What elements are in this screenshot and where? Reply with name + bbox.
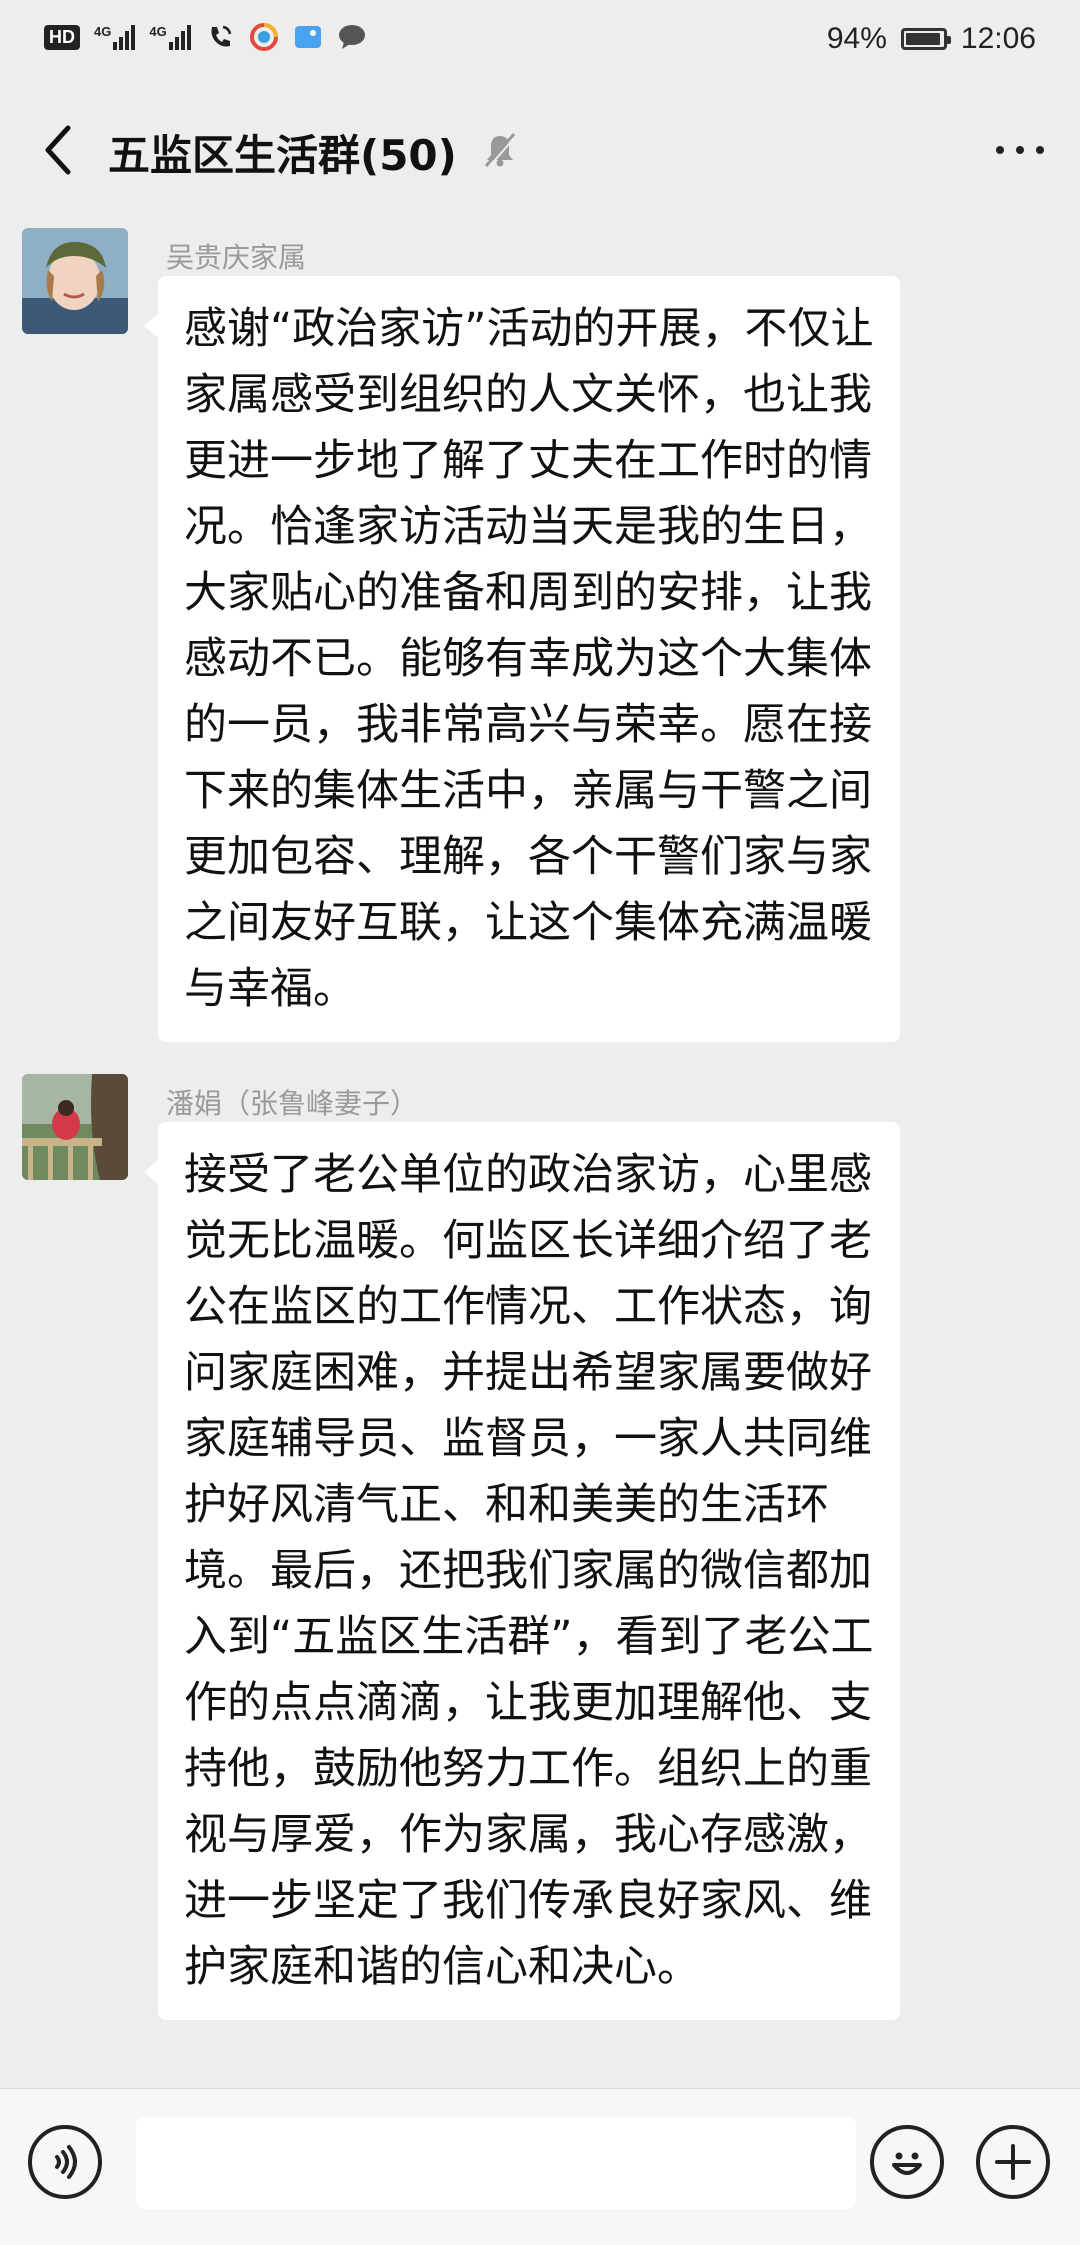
emoji-icon — [892, 2152, 922, 2175]
chat-header: 五监区生活群(50) — [0, 84, 1080, 216]
battery-icon — [900, 28, 951, 50]
plus-button[interactable] — [976, 2125, 1050, 2199]
input-bar — [0, 2088, 1080, 2245]
signal-sim2-icon: 4G — [149, 24, 191, 50]
message-bubble[interactable]: 接受了老公单位的政治家访，心里感觉无比温暖。何监区长详细介绍了老公在监区的工作情… — [144, 1122, 900, 2020]
avatar[interactable] — [22, 1074, 128, 1180]
voice-icon — [55, 2145, 77, 2179]
plus-icon — [995, 2144, 1031, 2180]
avatar[interactable] — [22, 228, 128, 334]
message-input[interactable] — [136, 2117, 856, 2209]
mute-bell-icon — [480, 130, 520, 170]
signal-sim1-icon: 4G — [94, 24, 136, 50]
app-notification-icon — [249, 22, 279, 52]
status-bar: HD 4G 4G 94% 12:06 — [0, 0, 1080, 84]
back-button[interactable] — [28, 120, 88, 180]
more-icon — [996, 146, 1044, 154]
hd-badge: HD — [44, 24, 80, 50]
message-notification-icon — [337, 22, 367, 52]
gallery-notification-icon — [293, 22, 323, 52]
back-arrow-icon — [45, 125, 71, 175]
sim2-label: 4G — [149, 24, 167, 39]
status-left: HD 4G 4G — [44, 22, 367, 52]
sender-name: 吴贵庆家属 — [166, 241, 307, 274]
battery-percent: 94% — [826, 22, 887, 55]
sender-name: 潘娟（张鲁峰妻子） — [166, 1087, 419, 1120]
status-right: 94% 12:06 — [827, 22, 1036, 56]
wifi-calling-icon — [205, 22, 235, 52]
message-bubble[interactable]: 感谢“政治家访”活动的开展，不仅让家属感受到组织的人文关怀，也让我更进一步地了解… — [144, 276, 900, 1042]
chat-title: 五监区生活群(50) — [108, 131, 457, 180]
voice-button[interactable] — [28, 2125, 102, 2199]
sim1-label: 4G — [94, 24, 112, 39]
emoji-button[interactable] — [870, 2125, 944, 2199]
clock: 12:06 — [960, 22, 1036, 55]
battery-level — [905, 33, 940, 45]
more-button[interactable] — [990, 124, 1050, 176]
